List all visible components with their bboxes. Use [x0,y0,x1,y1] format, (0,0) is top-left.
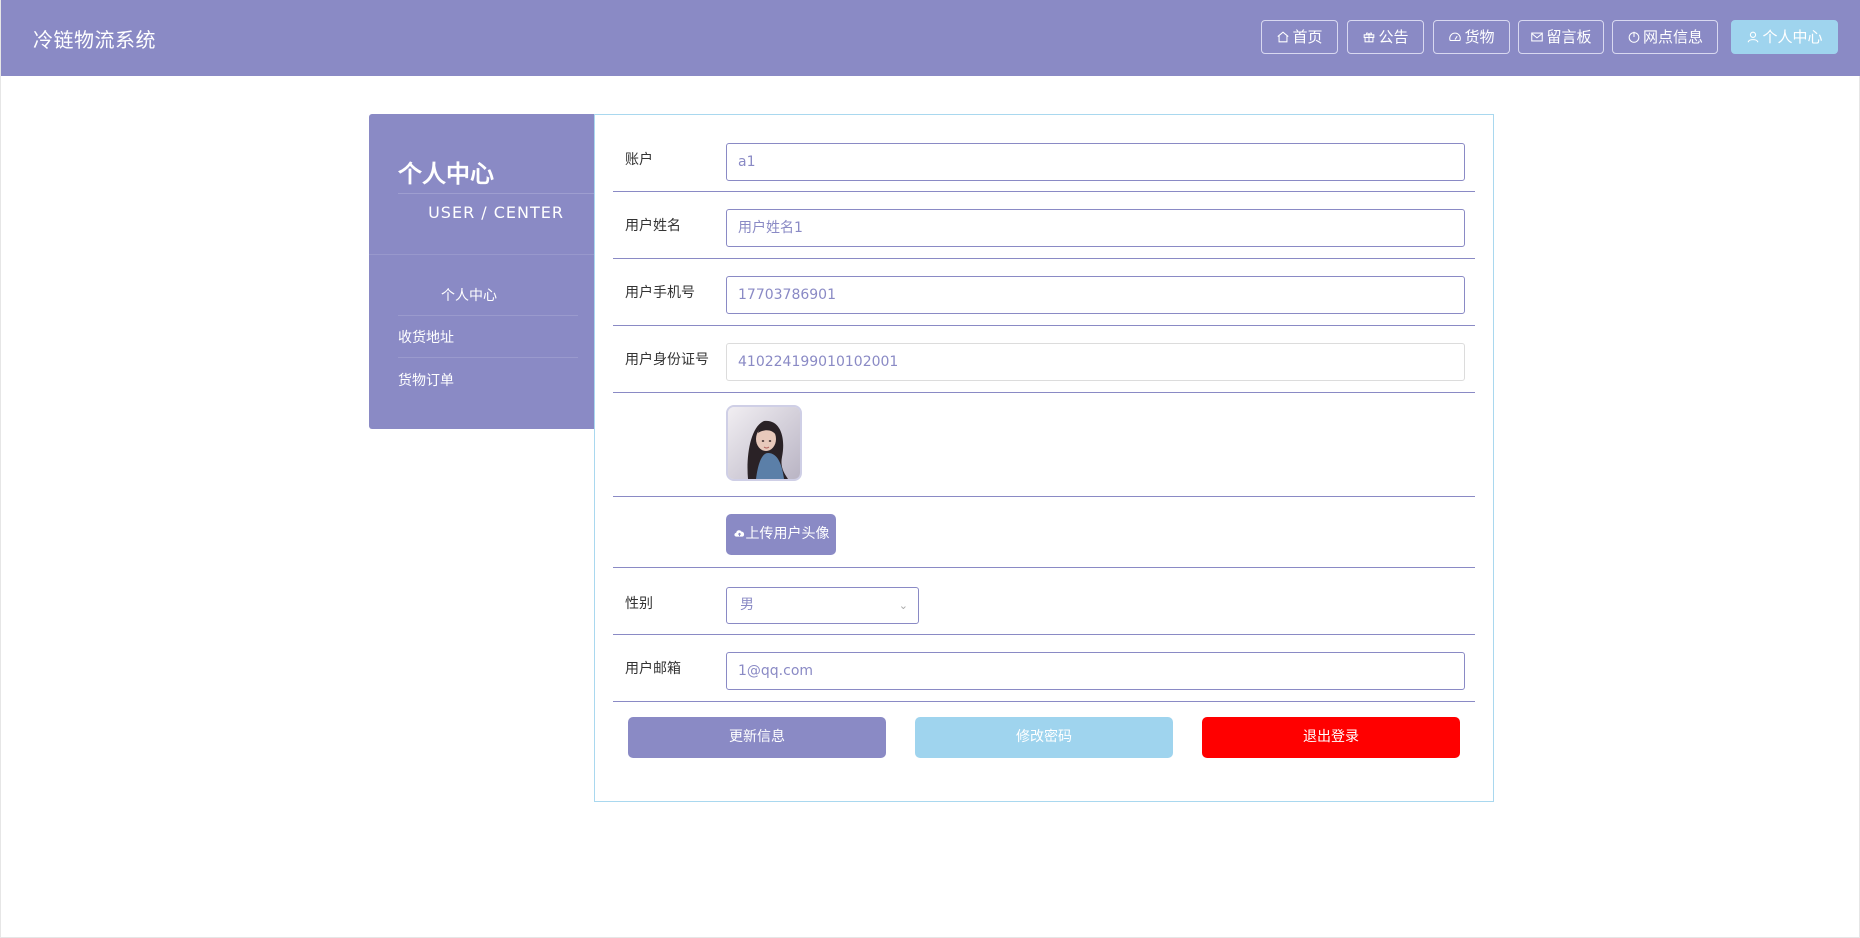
gender-value: 男 [740,597,754,613]
power-icon [1628,31,1640,43]
gender-label: 性别 [625,596,653,612]
phone-label: 用户手机号 [625,285,695,301]
upload-avatar-label: 上传用户头像 [745,526,830,542]
nav-outlets-label: 网点信息 [1642,28,1703,46]
site-title: 冷链物流系统 [33,28,156,52]
id-card-label: 用户身份证号 [625,352,709,368]
nav-messages-label: 留言板 [1546,28,1592,46]
cloud-upload-icon [733,530,744,537]
sidebar-item-user-center[interactable]: 个人中心 [398,276,578,316]
nav-user-center[interactable]: 个人中心 [1731,20,1838,54]
gender-select[interactable]: 男 ⌄ [726,587,919,624]
nav-home[interactable]: 首页 [1261,20,1338,54]
user-avatar [726,405,802,481]
change-password-button[interactable]: 修改密码 [915,717,1173,758]
sidebar-item-orders[interactable]: 货物订单 [398,361,578,401]
email-row: 用户邮箱 1@qq.com [613,635,1475,702]
sidebar-divider [398,193,594,194]
nav-goods-label: 货物 [1464,28,1495,46]
account-input[interactable]: a1 [726,143,1465,181]
home-icon [1277,31,1290,43]
id-card-row: 用户身份证号 410224199010102001 [613,326,1475,393]
sidebar-divider [369,254,594,255]
user-info-form: 账户 a1 用户姓名 用户姓名1 用户手机号 17703786901 用户身份证… [594,114,1494,802]
nav-goods[interactable]: 货物 [1433,20,1510,54]
gift-icon [1364,32,1375,43]
phone-input[interactable]: 17703786901 [726,276,1465,314]
nav-home-label: 首页 [1292,28,1323,46]
nav-messages[interactable]: 留言板 [1518,20,1604,54]
id-card-input[interactable]: 410224199010102001 [726,343,1465,381]
sidebar-title: 个人中心 [398,160,494,188]
upload-avatar-button[interactable]: 上传用户头像 [726,514,836,555]
top-header: 冷链物流系统 首页 公告 货物 留言板 网点信息 个人中心 [1,0,1860,76]
name-row: 用户姓名 用户姓名1 [613,192,1475,259]
logout-button[interactable]: 退出登录 [1202,717,1460,758]
avatar-row [613,393,1475,497]
name-label: 用户姓名 [625,218,681,234]
email-label: 用户邮箱 [625,661,681,677]
sidebar: 个人中心 USER / CENTER 个人中心 收货地址 货物订单 [369,114,594,429]
user-icon [1748,31,1759,43]
nav-user-center-label: 个人中心 [1762,28,1823,46]
gender-row: 性别 男 ⌄ [613,568,1475,635]
chevron-down-icon: ⌄ [898,599,908,612]
nav-notice[interactable]: 公告 [1347,20,1424,54]
update-info-button[interactable]: 更新信息 [628,717,886,758]
account-label: 账户 [625,152,653,168]
mail-icon [1531,32,1544,42]
sidebar-item-address[interactable]: 收货地址 [398,318,578,358]
phone-row: 用户手机号 17703786901 [613,259,1475,326]
email-input[interactable]: 1@qq.com [726,652,1465,690]
sidebar-subtitle: USER / CENTER [428,203,564,222]
nav-notice-label: 公告 [1378,28,1409,46]
avatar-image [728,407,800,479]
upload-row: 上传用户头像 [613,497,1475,568]
account-row: 账户 a1 [613,115,1475,192]
name-input[interactable]: 用户姓名1 [726,209,1465,247]
dashboard-icon [1449,32,1462,42]
nav-outlets[interactable]: 网点信息 [1612,20,1718,54]
